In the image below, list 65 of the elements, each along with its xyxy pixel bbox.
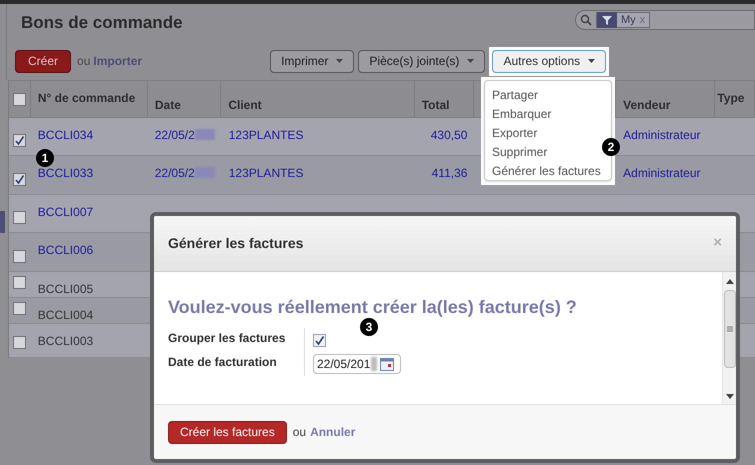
column-header[interactable]: N° de commande xyxy=(38,91,136,105)
checkbox[interactable] xyxy=(13,211,26,224)
page-title: Bons de commande xyxy=(21,12,183,34)
redacted-area xyxy=(194,129,215,140)
menu-item[interactable]: Embarquer xyxy=(492,107,552,121)
or-label: ou xyxy=(292,424,306,441)
caret-icon xyxy=(588,59,596,63)
checkbox[interactable] xyxy=(13,336,26,349)
selection-bar xyxy=(0,211,5,233)
caret-icon xyxy=(467,59,474,63)
menu-item[interactable]: Générer les factures xyxy=(492,164,601,178)
caret-icon xyxy=(336,59,344,63)
or-label: ou xyxy=(77,53,90,70)
column-header[interactable]: Total xyxy=(422,98,450,112)
order-number-link[interactable]: BCCLI006 xyxy=(38,243,94,257)
table-cell: 22/05/2 xyxy=(154,166,195,180)
search-facet[interactable]: My x xyxy=(596,12,650,28)
field-label: Date de facturation xyxy=(168,354,278,371)
create-invoices-button[interactable]: Créer les factures xyxy=(168,420,287,444)
cancel-link[interactable]: Annuler xyxy=(310,423,356,441)
table-cell: 123PLANTES xyxy=(228,166,304,180)
column-header[interactable]: Type xyxy=(717,91,744,105)
grip-icon xyxy=(726,326,732,332)
scroll-down-icon[interactable] xyxy=(726,394,734,400)
dialog-question: Voulez-vous réellement créer la(les) facture(s) ? xyxy=(168,296,578,319)
search-field[interactable]: My x xyxy=(575,10,755,30)
checkbox[interactable] xyxy=(13,276,26,289)
checkbox[interactable] xyxy=(13,302,26,315)
table-cell: Administrateur xyxy=(623,128,701,142)
order-number-link[interactable]: BCCLI003 xyxy=(38,334,94,348)
column-header[interactable]: Client xyxy=(228,98,262,112)
menu-item[interactable]: Exporter xyxy=(492,126,538,140)
checkbox[interactable] xyxy=(13,173,26,186)
facet-label: My xyxy=(620,12,637,28)
column-header[interactable]: Vendeur xyxy=(623,98,670,112)
date-field[interactable]: 22/05/201 xyxy=(313,354,401,374)
filter-icon xyxy=(597,12,617,28)
order-number-link[interactable]: BCCLI034 xyxy=(38,128,94,142)
menu-item[interactable]: Partager xyxy=(492,88,538,102)
calendar-icon[interactable] xyxy=(380,358,394,370)
table-cell: Administrateur xyxy=(623,166,701,180)
scrollbar[interactable] xyxy=(722,272,736,404)
order-number-link[interactable]: BCCLI033 xyxy=(38,166,94,180)
order-number-link[interactable]: BCCLI004 xyxy=(38,308,94,322)
order-number-link[interactable]: BCCLI005 xyxy=(38,282,94,296)
checkbox[interactable] xyxy=(13,250,26,263)
search-icon xyxy=(580,14,592,26)
checkbox[interactable] xyxy=(313,334,326,346)
table-cell: 22/05/2 xyxy=(154,128,195,142)
order-number-link[interactable]: BCCLI007 xyxy=(38,205,94,219)
column-header[interactable]: Date xyxy=(154,98,181,112)
dropdown-button[interactable]: Pièce(s) jointe(s) xyxy=(358,50,486,72)
create-button[interactable]: Créer xyxy=(15,50,72,72)
dialog-title: Générer les factures xyxy=(168,234,304,253)
table-cell: 411,36 xyxy=(432,166,468,180)
table-cell: 123PLANTES xyxy=(228,128,304,142)
dropdown-button[interactable]: Imprimer xyxy=(270,50,354,72)
checkbox[interactable] xyxy=(13,134,26,147)
dropdown-button[interactable]: Autres options xyxy=(492,50,606,72)
scroll-up-icon[interactable] xyxy=(726,278,734,284)
redacted-area xyxy=(371,357,378,371)
field-label: Grouper les factures xyxy=(168,330,286,347)
checkbox[interactable] xyxy=(12,92,26,106)
menu-item[interactable]: Supprimer xyxy=(492,145,548,159)
table-cell: 430,50 xyxy=(430,128,468,142)
